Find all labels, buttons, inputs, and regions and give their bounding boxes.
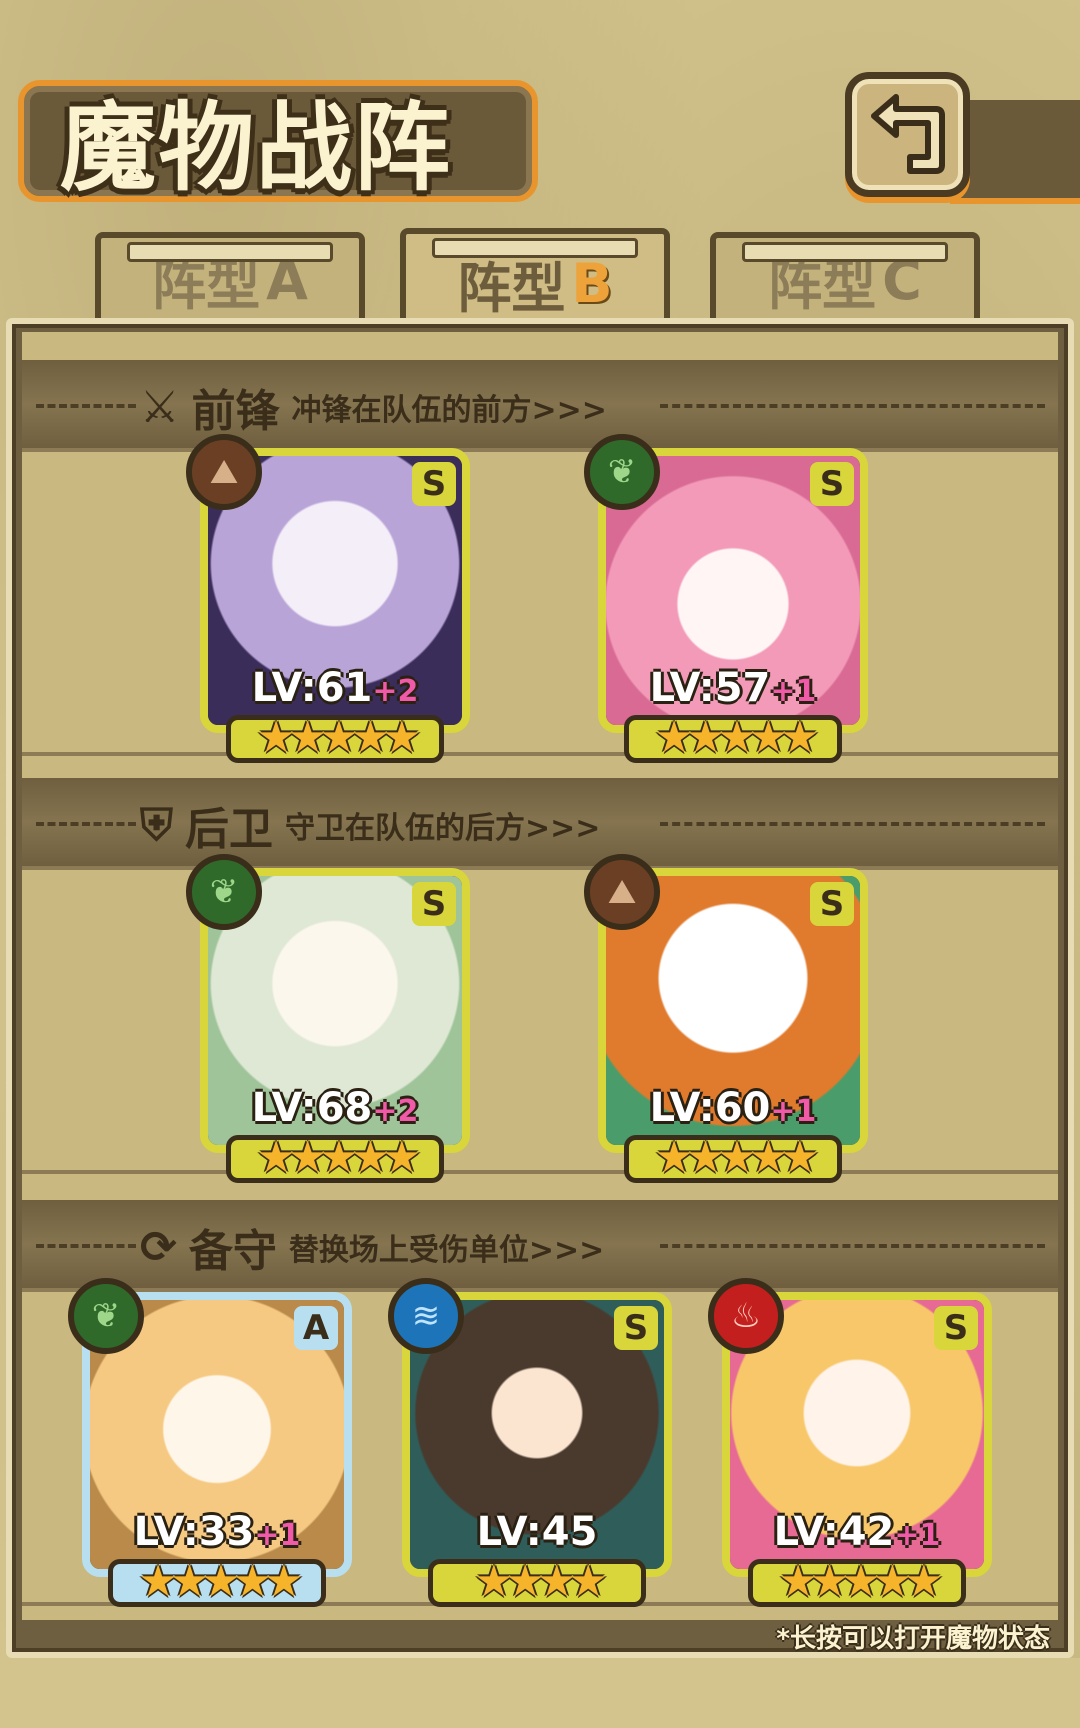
return-button[interactable] (845, 72, 970, 197)
star-rating: ★★★★ (474, 1556, 608, 1607)
page-title: 魔物战阵 (60, 92, 452, 204)
tab-rail (127, 242, 333, 262)
section-title-back: ⛨ 后卫 守卫在队伍的后方>>> (140, 793, 600, 857)
monster-card-5[interactable]: A ❦ LV:33+1 ★★★★★ (68, 1278, 352, 1607)
monster-card-1[interactable]: S ⛰ LV:61+2 ★★★★★ (186, 434, 470, 763)
section-subtitle: 守卫在队伍的后方>>> (285, 811, 601, 846)
wood-element-icon: ❦ (186, 854, 262, 930)
rank-badge: S (810, 462, 854, 506)
rank-badge: S (614, 1306, 658, 1350)
section-name: 备守 (188, 1226, 277, 1277)
swap-icon: ⟳ (140, 1221, 177, 1273)
tab-rail (432, 238, 638, 258)
star-rating: ★★★★★ (256, 712, 421, 763)
earth-element-icon: ⛰ (186, 434, 262, 510)
level-label: LV:33+1 (133, 1509, 301, 1555)
star-rating: ★★★★★ (138, 1556, 303, 1607)
section-subtitle: 冲锋在队伍的前方>>> (291, 393, 607, 428)
level-label: LV:42+1 (773, 1509, 941, 1555)
tab-formation-a[interactable]: 阵型 A (95, 232, 365, 328)
fire-element-icon: ♨ (708, 1278, 784, 1354)
star-rating: ★★★★★ (654, 712, 819, 763)
dash-line (660, 822, 1045, 826)
shield-icon: ⛨ (140, 799, 173, 851)
monster-card-2[interactable]: S ❦ LV:57+1 ★★★★★ (584, 434, 868, 763)
water-element-icon: ≋ (388, 1278, 464, 1354)
star-rating: ★★★★★ (256, 1132, 421, 1183)
dash-line (36, 822, 136, 826)
star-rating: ★★★★★ (654, 1132, 819, 1183)
rank-badge: S (810, 882, 854, 926)
level-label: LV:57+1 (649, 665, 817, 711)
rank-badge: S (934, 1306, 978, 1350)
monster-card-6[interactable]: S ≋ LV:45 ★★★★ (388, 1278, 672, 1607)
level-label: LV:68+2 (251, 1085, 419, 1131)
star-rating: ★★★★★ (778, 1556, 943, 1607)
section-name: 前锋 (191, 386, 280, 437)
rank-badge: S (412, 462, 456, 506)
return-icon (871, 94, 945, 174)
earth-element-icon: ⛰ (584, 854, 660, 930)
tab-rail (742, 242, 948, 262)
tab-letter: B (571, 251, 613, 315)
section-name: 后卫 (185, 804, 273, 855)
monster-card-7[interactable]: S ♨ LV:42+1 ★★★★★ (708, 1278, 992, 1607)
section-title-front: ⚔ 前锋 冲锋在队伍的前方>>> (140, 375, 607, 439)
front-row (22, 448, 1058, 756)
dash-line (36, 404, 136, 408)
dash-line (36, 1244, 136, 1248)
bottom-map-strip (0, 1658, 1080, 1728)
dash-line (660, 404, 1045, 408)
sword-icon: ⚔ (140, 381, 180, 433)
level-label: LV:45 (476, 1509, 598, 1555)
dash-line (660, 1244, 1045, 1248)
section-subtitle: 替换场上受伤单位>>> (288, 1233, 605, 1268)
section-title-reserve: ⟳ 备守 替换场上受伤单位>>> (140, 1215, 604, 1279)
rank-badge: S (412, 882, 456, 926)
wood-element-icon: ❦ (68, 1278, 144, 1354)
level-label: LV:61+2 (251, 665, 419, 711)
monster-card-4[interactable]: S ⛰ LV:60+1 ★★★★★ (584, 854, 868, 1183)
monster-card-3[interactable]: S ❦ LV:68+2 ★★★★★ (186, 854, 470, 1183)
rank-badge: A (294, 1306, 338, 1350)
long-press-hint: *长按可以打开魔物状态 (776, 1624, 1050, 1654)
level-label: LV:60+1 (649, 1085, 817, 1131)
wood-element-icon: ❦ (584, 434, 660, 510)
back-row (22, 866, 1058, 1174)
tab-formation-c[interactable]: 阵型 C (710, 232, 980, 328)
